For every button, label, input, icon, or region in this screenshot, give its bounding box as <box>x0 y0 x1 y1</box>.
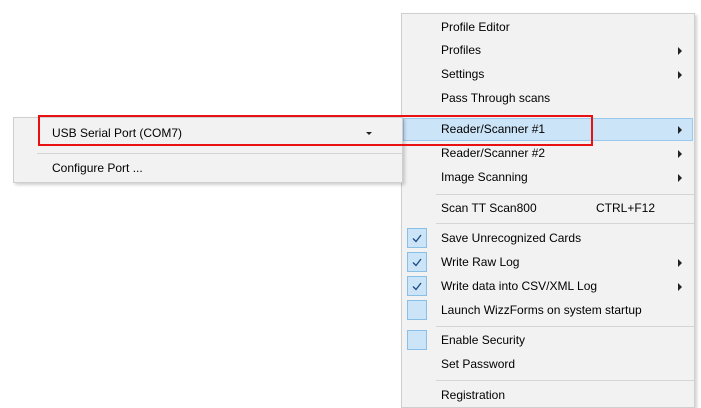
menu-item-settings[interactable]: Settings <box>403 63 693 86</box>
menu-item-label: Registration <box>441 388 506 402</box>
chevron-right-icon <box>678 150 682 158</box>
menu-item-label: Write Raw Log <box>441 255 520 269</box>
menu-item-label: Scan TT Scan800 <box>441 201 537 215</box>
menu-item-save-unrecognized-cards[interactable]: Save Unrecognized Cards <box>403 227 693 250</box>
menu-item-label: Profiles <box>441 43 482 57</box>
menu-item-profile-editor[interactable]: Profile Editor <box>403 16 693 39</box>
menu-item-write-raw-log[interactable]: Write Raw Log <box>403 251 693 274</box>
chevron-right-icon <box>678 126 682 134</box>
menu-item-label: Settings <box>441 67 485 81</box>
menu-item-shortcut: CTRL+F12 <box>596 201 656 215</box>
menu-item-pass-through-scans[interactable]: Pass Through scans <box>403 87 693 110</box>
menu-item-label: Set Password <box>441 357 516 371</box>
menu-item-set-password[interactable]: Set Password <box>403 353 693 376</box>
menu-item-label: Save Unrecognized Cards <box>441 231 582 245</box>
menu-separator <box>436 223 694 224</box>
menu-separator <box>436 194 694 195</box>
chevron-right-icon <box>678 259 682 267</box>
unchecked-box-icon <box>407 300 427 320</box>
menu-item-scan-tt-scan800[interactable]: Scan TT Scan800 CTRL+F12 <box>403 197 693 220</box>
menu-item-enable-security[interactable]: Enable Security <box>403 329 693 352</box>
unchecked-box-icon <box>407 330 427 350</box>
menu-item-label: Launch WizzForms on system startup <box>441 303 642 317</box>
menu-item-launch-on-startup[interactable]: Launch WizzForms on system startup <box>403 299 693 322</box>
menu-item-label: Image Scanning <box>441 170 528 184</box>
menu-item-label: Pass Through scans <box>441 91 551 105</box>
highlight-annotation <box>38 115 593 146</box>
menu-item-image-scanning[interactable]: Image Scanning <box>403 166 693 189</box>
chevron-right-icon <box>678 71 682 79</box>
menu-item-label: Profile Editor <box>441 20 510 34</box>
menu-separator <box>436 380 694 381</box>
configure-port-item[interactable]: Configure Port ... <box>52 161 143 175</box>
check-icon <box>407 276 427 296</box>
menu-item-label: Write data into CSV/XML Log <box>441 279 598 293</box>
menu-item-label: Enable Security <box>441 333 526 347</box>
menu-separator <box>436 326 694 327</box>
submenu-separator <box>37 153 402 154</box>
check-icon <box>407 252 427 272</box>
check-icon <box>407 228 427 248</box>
menu-item-write-csv-xml-log[interactable]: Write data into CSV/XML Log <box>403 275 693 298</box>
chevron-right-icon <box>678 174 682 182</box>
menu-item-registration[interactable]: Registration <box>403 384 693 407</box>
menu-item-label: Reader/Scanner #2 <box>441 146 546 160</box>
chevron-right-icon <box>678 47 682 55</box>
context-menu: Profile Editor Profiles Settings Pass Th… <box>401 13 695 408</box>
chevron-right-icon <box>678 283 682 291</box>
menu-item-profiles[interactable]: Profiles <box>403 39 693 62</box>
